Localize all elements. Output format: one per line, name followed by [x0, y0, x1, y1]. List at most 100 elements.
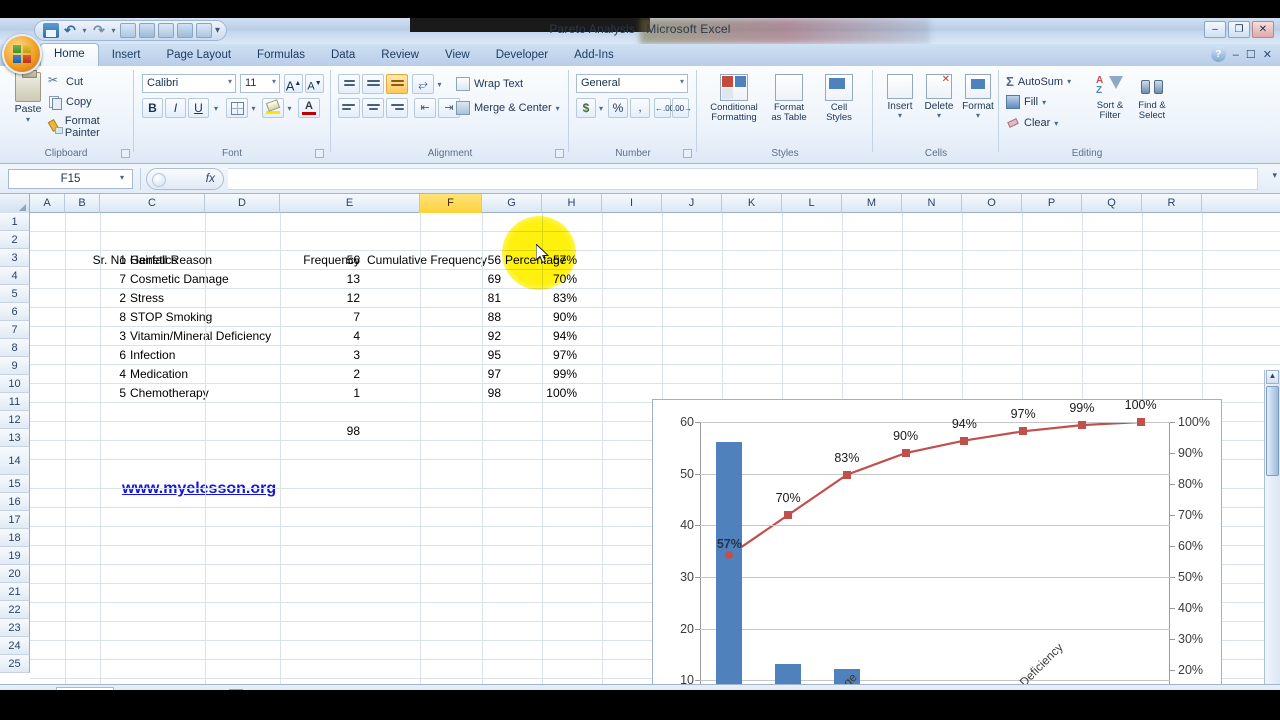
cell-E6[interactable]: 88 — [367, 308, 501, 327]
row-header-11[interactable]: 11 — [0, 393, 30, 411]
column-header-B[interactable]: B — [65, 194, 100, 213]
autosum-button[interactable]: Σ AutoSum ▾ — [1006, 74, 1071, 89]
cell-F5[interactable]: 83% — [505, 289, 577, 308]
tab-insert[interactable]: Insert — [99, 45, 154, 66]
cell-B5[interactable]: 2 — [82, 289, 126, 308]
row-header-15[interactable]: 15 — [0, 475, 30, 493]
accounting-dropdown-icon[interactable]: ▾ — [596, 98, 606, 118]
chart-line-marker[interactable] — [960, 436, 969, 445]
row-header-20[interactable]: 20 — [0, 565, 30, 583]
cell-C4[interactable]: Cosmetic Damage — [130, 270, 310, 289]
cell-D8[interactable]: 3 — [292, 346, 360, 365]
name-box[interactable]: F15 — [8, 169, 133, 189]
restore-button[interactable]: ❐ — [1228, 21, 1250, 38]
cell-C7[interactable]: Vitamin/Mineral Deficiency — [130, 327, 310, 346]
close-workbook-icon[interactable]: ✕ — [1263, 48, 1272, 61]
row-header-25[interactable]: 25 — [0, 655, 30, 673]
cell-F10[interactable]: 100% — [505, 384, 577, 403]
column-header-R[interactable]: R — [1142, 194, 1202, 213]
tab-data[interactable]: Data — [318, 45, 368, 66]
row-header-4[interactable]: 4 — [0, 267, 30, 285]
accounting-format-button[interactable]: $ — [576, 98, 596, 118]
chart-line-marker[interactable] — [1077, 421, 1086, 430]
office-button[interactable] — [2, 34, 42, 74]
custom-icon-3[interactable] — [196, 23, 212, 38]
row-header-8[interactable]: 8 — [0, 339, 30, 357]
row-header-17[interactable]: 17 — [0, 511, 30, 529]
insert-function-button[interactable]: fx — [146, 168, 224, 190]
cell-F3[interactable]: 57% — [505, 251, 577, 270]
cell-E8[interactable]: 95 — [367, 346, 501, 365]
cell-E5[interactable]: 81 — [367, 289, 501, 308]
minimize-ribbon-icon[interactable]: – — [1233, 49, 1239, 61]
underline-dropdown-icon[interactable]: ▾ — [210, 98, 222, 118]
customize-quick-access-icon[interactable]: ▾ — [215, 25, 220, 36]
row-header-14[interactable]: 14 — [0, 447, 30, 475]
align-top-button[interactable] — [338, 74, 360, 94]
insert-worksheet-icon[interactable] — [229, 689, 243, 690]
fill-button[interactable]: Fill ▾ — [1006, 95, 1046, 109]
cell-B10[interactable]: 5 — [82, 384, 126, 403]
clear-dropdown-icon[interactable]: ▾ — [1054, 119, 1058, 128]
column-header-L[interactable]: L — [782, 194, 842, 213]
cell-E9[interactable]: 97 — [367, 365, 501, 384]
number-dialog-launcher[interactable] — [683, 149, 692, 158]
sort-filter-button[interactable]: A Z Sort & Filter — [1090, 74, 1130, 121]
fill-color-dropdown-icon[interactable]: ▾ — [284, 98, 295, 118]
cell-F4[interactable]: 70% — [505, 270, 577, 289]
paste-button[interactable]: Paste ▾ — [8, 70, 48, 124]
tab-formulas[interactable]: Formulas — [244, 45, 318, 66]
row-header-9[interactable]: 9 — [0, 357, 30, 375]
cell-D4[interactable]: 13 — [292, 270, 360, 289]
format-as-table-button[interactable]: Format as Table — [764, 74, 814, 123]
cell-C3[interactable]: Genetics — [130, 251, 310, 270]
cell-D6[interactable]: 7 — [292, 308, 360, 327]
column-header-E[interactable]: E — [280, 194, 420, 213]
chart-bar[interactable] — [716, 441, 743, 684]
chart-line-marker[interactable] — [725, 551, 734, 560]
row-header-7[interactable]: 7 — [0, 321, 30, 339]
chart-line-marker[interactable] — [1136, 418, 1145, 426]
column-header-G[interactable]: G — [482, 194, 542, 213]
autosum-dropdown-icon[interactable]: ▾ — [1067, 77, 1071, 86]
italic-button[interactable]: I — [165, 98, 186, 118]
sheet-tab-sheet1[interactable]: Sheet1 — [56, 687, 114, 690]
quick-print-icon[interactable] — [120, 23, 136, 38]
cell-C8[interactable]: Infection — [130, 346, 310, 365]
alignment-dialog-launcher[interactable] — [555, 149, 564, 158]
chart-line-marker[interactable] — [784, 511, 793, 519]
orientation-button[interactable]: ⥂ — [412, 74, 434, 94]
wrap-text-button[interactable]: Wrap Text — [456, 77, 523, 91]
name-box-dropdown-icon[interactable]: ▾ — [120, 173, 124, 182]
cell-F9[interactable]: 99% — [505, 365, 577, 384]
cell-E4[interactable]: 69 — [367, 270, 501, 289]
shrink-font-button[interactable]: A▼ — [305, 74, 324, 93]
cut-button[interactable]: Cut — [48, 73, 83, 89]
sheet-tab-sheet2[interactable]: Sheet2 — [113, 687, 167, 690]
format-dropdown-icon[interactable]: ▾ — [960, 112, 996, 120]
column-header-O[interactable]: O — [962, 194, 1022, 213]
decrease-indent-button[interactable]: ⇤ — [414, 98, 436, 118]
align-right-button[interactable] — [386, 98, 408, 118]
nav-prev-icon[interactable]: ◀ — [15, 688, 22, 690]
cell-F7[interactable]: 94% — [505, 327, 577, 346]
format-cells-button[interactable]: Format ▾ — [960, 74, 996, 120]
copy-button[interactable]: Copy — [48, 95, 92, 110]
restore-window-icon[interactable]: ☐ — [1246, 48, 1256, 61]
cell-D9[interactable]: 2 — [292, 365, 360, 384]
scroll-up-icon[interactable]: ▲ — [1266, 370, 1279, 384]
cell-C5[interactable]: Stress — [130, 289, 310, 308]
fill-dropdown-icon[interactable]: ▾ — [1042, 98, 1046, 107]
borders-dropdown-icon[interactable]: ▾ — [248, 98, 259, 118]
minimize-button[interactable]: – — [1204, 21, 1226, 38]
row-header-19[interactable]: 19 — [0, 547, 30, 565]
nav-next-icon[interactable]: ▶ — [25, 688, 32, 690]
row-header-13[interactable]: 13 — [0, 429, 30, 447]
merge-center-button[interactable]: Merge & Center ▾ — [456, 101, 560, 115]
undo-dropdown-icon[interactable]: ▾ — [81, 23, 88, 38]
tab-review[interactable]: Review — [368, 45, 432, 66]
percent-style-button[interactable]: % — [608, 98, 628, 118]
increase-decimal-button[interactable]: ←.00 — [654, 98, 674, 118]
close-button[interactable]: ✕ — [1252, 21, 1274, 38]
tab-home[interactable]: Home — [40, 43, 99, 66]
